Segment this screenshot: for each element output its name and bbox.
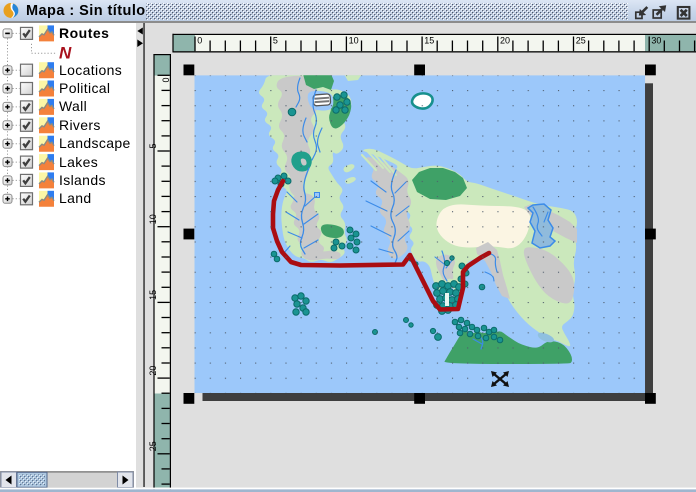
svg-text:25: 25	[148, 441, 158, 451]
svg-text:0: 0	[197, 36, 202, 46]
svg-text:N: N	[59, 43, 72, 62]
svg-text:30: 30	[651, 36, 661, 46]
svg-text:15: 15	[148, 290, 158, 300]
svg-text:5: 5	[273, 36, 278, 46]
svg-text:25: 25	[576, 36, 586, 46]
svg-text:20: 20	[148, 366, 158, 376]
svg-text:20: 20	[500, 36, 510, 46]
svg-text:5: 5	[148, 143, 158, 148]
svg-text:0: 0	[161, 78, 171, 83]
svg-text:10: 10	[148, 214, 158, 224]
svg-text:10: 10	[349, 36, 359, 46]
svg-text:15: 15	[424, 36, 434, 46]
